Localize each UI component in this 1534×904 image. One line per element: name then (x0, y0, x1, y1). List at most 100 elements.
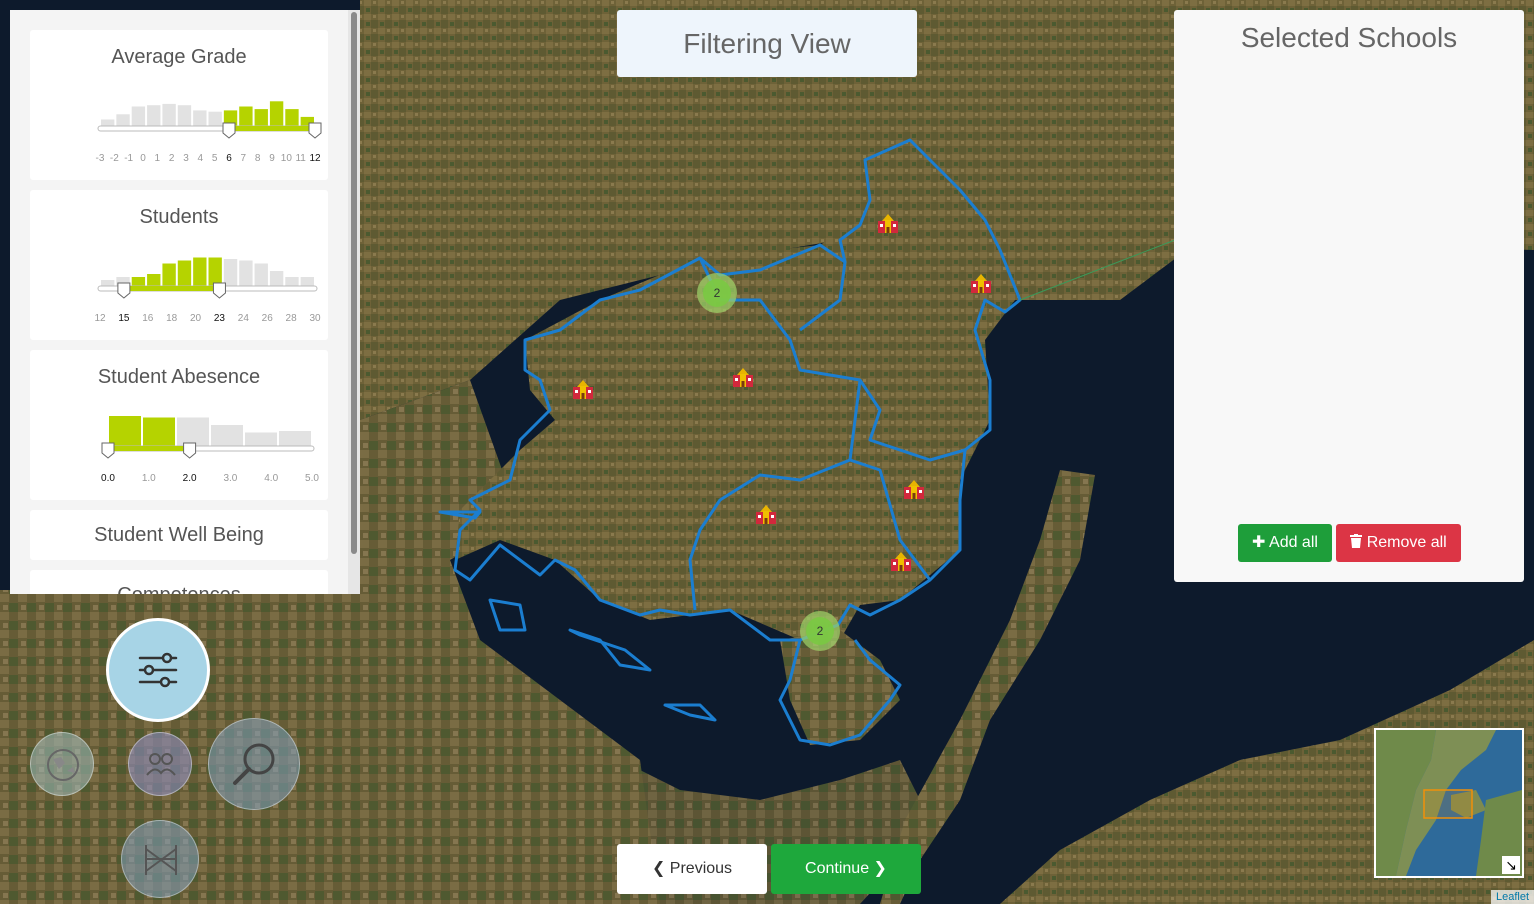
tick-label: 10 (281, 153, 293, 164)
school-icon[interactable] (731, 366, 755, 388)
competences-filter[interactable]: Competences (30, 570, 328, 594)
add-all-button[interactable]: ✚ Add all (1238, 524, 1332, 562)
map-tool-button[interactable] (30, 732, 94, 796)
tick-label: 20 (190, 313, 202, 324)
tick-label: -1 (124, 153, 133, 164)
histogram-bar (143, 417, 175, 446)
filter-title: Student Well Being (94, 524, 264, 546)
histogram-bar (177, 105, 192, 126)
histogram-bar (208, 111, 222, 126)
student-well-being-filter[interactable]: Student Well Being (30, 510, 328, 560)
histogram-bar (131, 277, 146, 286)
tick-label: 3.0 (223, 473, 237, 484)
tick-label: 4.0 (264, 473, 278, 484)
slider-handle-max[interactable] (183, 442, 197, 459)
histogram-bar (211, 425, 243, 446)
student-absence-filter: Student Abesence 0.0 1.0 2.0 3.0 4.0 5.0 (30, 350, 328, 500)
tick-label: 0.0 (101, 473, 115, 484)
histogram-bar (101, 280, 115, 286)
parallel-coordinates-tool-button[interactable] (121, 820, 199, 898)
plus-icon: ✚ (1252, 534, 1266, 551)
group-tool-button[interactable] (128, 732, 192, 796)
histogram-bar (279, 431, 311, 446)
previous-label: Previous (669, 860, 733, 877)
slider-handle-max[interactable] (212, 282, 226, 299)
average-grade-filter: Average Grade -3 -2 -1 0 1 2 3 4 5 6 7 8 9 10 11 12 (30, 30, 328, 180)
slider-handle-min[interactable] (117, 282, 131, 299)
continue-button[interactable]: Continue ❯ (771, 844, 921, 894)
tick-label: 0 (140, 153, 146, 164)
tick-label: 24 (238, 313, 250, 324)
histogram-bar (239, 106, 253, 126)
students-histogram[interactable]: 12 15 16 18 20 23 24 26 28 30 (30, 190, 328, 340)
tick-label: 7 (241, 153, 247, 164)
people-icon (146, 753, 176, 776)
selected-schools-title: Selected Schools (1240, 22, 1458, 53)
filter-tool-button[interactable] (106, 618, 210, 722)
histogram-bar (285, 109, 299, 126)
filter-title: Competences (30, 584, 328, 594)
selected-schools-panel: Selected Schools ✚ Add all Remove all (1174, 10, 1524, 582)
remove-all-button[interactable]: Remove all (1336, 524, 1461, 562)
histogram-bar (101, 119, 115, 126)
histogram-bar (131, 106, 146, 126)
tick-label: 2.0 (183, 473, 197, 484)
minimap-view (1376, 730, 1522, 876)
school-icon[interactable] (571, 378, 595, 400)
tick-label: 9 (269, 153, 275, 164)
histogram-bar (116, 114, 130, 126)
minimap-viewport[interactable] (1423, 789, 1473, 819)
tick-label: 28 (286, 313, 298, 324)
slider-handle-min[interactable] (222, 122, 236, 139)
students-filter: Students 12 15 16 18 20 23 24 26 28 30 (30, 190, 328, 340)
tick-label: 1 (155, 153, 161, 164)
tick-label: 3 (183, 153, 189, 164)
tick-label: 1.0 (142, 473, 156, 484)
tick-label: 18 (166, 313, 178, 324)
slider-handle-min[interactable] (101, 442, 115, 459)
tick-label: -2 (110, 153, 119, 164)
minimap[interactable]: ↘ (1374, 728, 1524, 878)
tick-label: 26 (262, 313, 274, 324)
chevron-right-icon: ❯ (873, 860, 887, 877)
school-icon[interactable] (969, 272, 993, 294)
search-tool-button[interactable] (208, 718, 300, 810)
globe-icon (47, 749, 79, 781)
slider-range (108, 446, 190, 451)
histogram-bar (300, 277, 314, 286)
student-absence-histogram[interactable]: 0.0 1.0 2.0 3.0 4.0 5.0 (30, 350, 328, 500)
scrollbar-thumb[interactable] (351, 12, 357, 554)
histogram-bar (208, 257, 222, 286)
school-icon[interactable] (889, 550, 913, 572)
histogram-bar (254, 109, 268, 126)
trash-icon (1350, 534, 1363, 548)
page-title: Filtering View (617, 10, 917, 77)
tick-label: 8 (255, 153, 261, 164)
school-icon[interactable] (902, 478, 926, 500)
continue-label: Continue (805, 860, 870, 877)
parallel-coordinates-icon (145, 845, 177, 875)
histogram-bar (162, 103, 176, 126)
tick-label: 5.0 (305, 473, 319, 484)
histogram-bar (109, 416, 141, 446)
tick-label: 23 (214, 313, 226, 324)
previous-button[interactable]: ❮ Previous (617, 844, 767, 894)
average-grade-histogram[interactable]: -3 -2 -1 0 1 2 3 4 5 6 7 8 9 10 11 12 (30, 30, 328, 180)
histogram-bar (193, 257, 207, 286)
histogram-bar (193, 110, 207, 126)
histogram-bar (239, 260, 253, 286)
tick-label: 16 (142, 313, 154, 324)
tick-label: 4 (198, 153, 204, 164)
attribution-link[interactable]: Leaflet (1490, 890, 1534, 904)
minimap-toggle[interactable]: ↘ (1502, 856, 1520, 874)
slider-handle-max[interactable] (308, 122, 322, 139)
add-all-label: Add all (1269, 534, 1318, 551)
tick-label: 11 (295, 153, 306, 164)
histogram-bar (147, 274, 161, 286)
filter-panel: Average Grade -3 -2 -1 0 1 2 3 4 5 6 7 8 9 10 11 12 Stu… (10, 10, 360, 594)
school-icon[interactable] (754, 503, 778, 525)
tick-label: 30 (309, 313, 321, 324)
histogram-bar (223, 259, 238, 286)
scrollbar[interactable] (348, 10, 360, 594)
school-icon[interactable] (876, 212, 900, 234)
